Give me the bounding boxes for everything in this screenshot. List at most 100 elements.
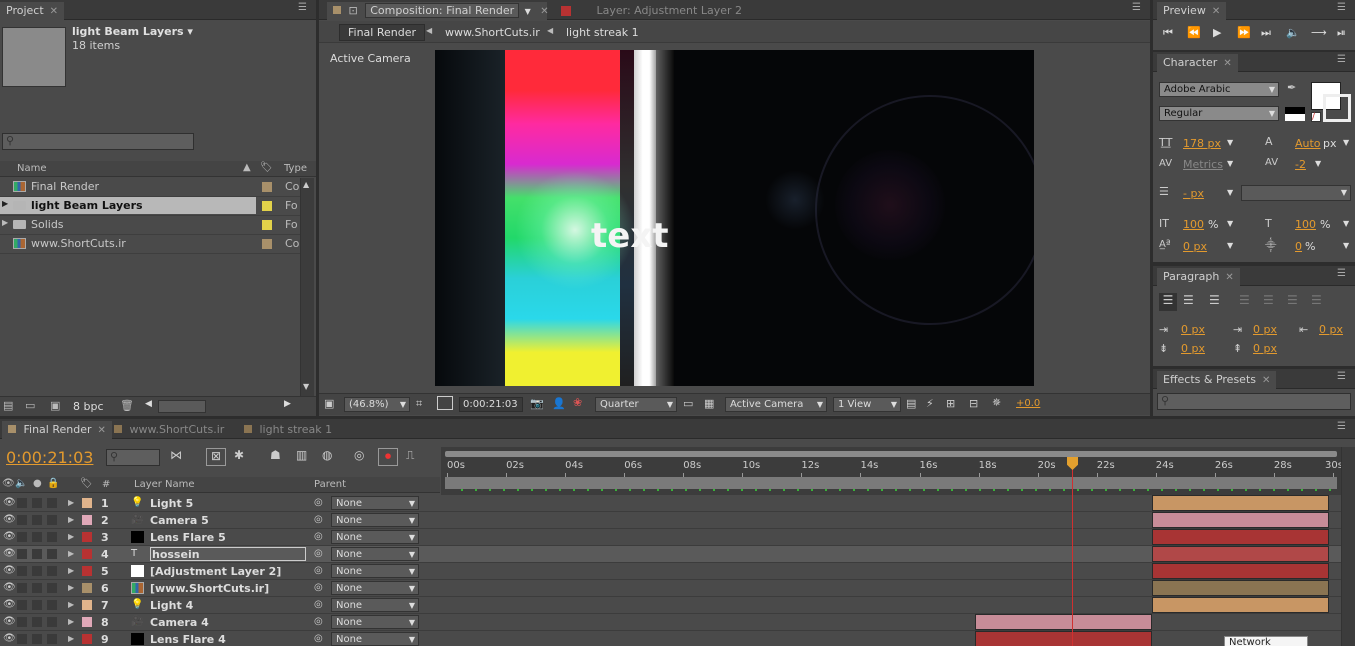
layer-row[interactable]: 👁 ▶ 5 [Adjustment Layer 2] ◎ None <box>0 563 1341 580</box>
close-icon[interactable]: ✕ <box>98 425 106 436</box>
tsume-value[interactable]: 0 <box>1295 240 1302 253</box>
pickwhip-icon[interactable]: ◎ <box>314 582 323 593</box>
tab-composition[interactable]: ⊡ Composition: Final Render ▼ ✕ <box>327 2 549 20</box>
timeline-icon[interactable]: ⊞ <box>946 397 955 410</box>
pickwhip-icon[interactable]: ◎ <box>314 531 323 542</box>
stroke-width-dropdown-icon[interactable]: ▼ <box>1227 188 1233 197</box>
layer-row[interactable]: 👁 ▶ 8 🎥 Camera 4 ◎ None <box>0 614 1341 631</box>
time-ruler[interactable]: 00s 02s 04s 06s 08s 10s 12s 14s 16s 18s 20s 22s 24s 2… <box>441 447 1343 495</box>
expand-arrow-icon[interactable]: ▶ <box>68 617 74 626</box>
tsume-dropdown-icon[interactable]: ▼ <box>1343 241 1349 250</box>
tab-effects-presets[interactable]: Effects & Presets ✕ <box>1157 371 1277 389</box>
close-icon[interactable]: ✕ <box>1223 58 1231 69</box>
resolution-select[interactable]: Quarter <box>595 397 677 412</box>
flowchart-icon[interactable]: ⊟ <box>969 397 978 410</box>
tab-dropdown-icon[interactable]: ▼ <box>525 7 531 16</box>
pickwhip-icon[interactable]: ◎ <box>314 497 323 508</box>
lock-toggle[interactable] <box>47 549 57 559</box>
audio-toggle[interactable] <box>17 532 27 542</box>
layer-name[interactable]: Camera 4 <box>150 616 209 629</box>
pickwhip-icon[interactable]: ◎ <box>314 565 323 576</box>
tab-character[interactable]: Character ✕ <box>1157 54 1238 72</box>
layer-name[interactable]: [www.ShortCuts.ir] <box>150 582 269 595</box>
no-stroke-icon[interactable]: / <box>1311 112 1321 122</box>
lock-toggle[interactable] <box>47 498 57 508</box>
label-color-swatch[interactable] <box>82 583 92 593</box>
vertical-scale-value[interactable]: 100 <box>1183 218 1204 231</box>
audio-toggle[interactable] <box>17 515 27 525</box>
leading-value[interactable]: Auto <box>1295 137 1321 150</box>
close-icon[interactable]: ✕ <box>540 6 548 17</box>
solo-toggle[interactable] <box>32 549 42 559</box>
project-selected-name[interactable]: light Beam Layers ▾ <box>72 25 193 38</box>
tab-project[interactable]: Project ✕ <box>0 2 65 20</box>
space-before-value[interactable]: 0 px <box>1181 342 1205 355</box>
col-name-header[interactable]: Name <box>17 163 47 174</box>
parent-select[interactable]: None <box>331 581 419 595</box>
graph-editor-icon[interactable]: ⎍ <box>406 448 414 463</box>
layer-duration-bar[interactable] <box>1152 563 1329 579</box>
tab-timeline-shortcuts[interactable]: www.ShortCuts.ir <box>108 421 230 439</box>
label-color-swatch[interactable] <box>82 600 92 610</box>
label-color-swatch[interactable] <box>82 617 92 627</box>
solo-toggle[interactable] <box>32 566 42 576</box>
stroke-style-select[interactable] <box>1241 185 1351 201</box>
layer-name-column-header[interactable]: Layer Name <box>134 479 195 490</box>
pickwhip-icon[interactable]: ◎ <box>314 616 323 627</box>
panel-menu-icon[interactable]: ☰ <box>1337 269 1349 279</box>
stroke-color-swatch[interactable] <box>1323 94 1351 122</box>
tracking-dropdown-icon[interactable]: ▼ <box>1315 159 1321 168</box>
next-frame-icon[interactable]: ⏩ <box>1237 26 1251 39</box>
visibility-eye-icon[interactable]: 👁 <box>3 582 16 593</box>
align-left-icon[interactable]: ☰ <box>1159 293 1177 311</box>
solo-toggle[interactable] <box>32 634 42 644</box>
panel-menu-icon[interactable]: ☰ <box>1337 55 1349 65</box>
ram-preview-icon[interactable]: ⏯ <box>1337 26 1346 40</box>
timeline-timecode[interactable]: 0:00:21:03 <box>6 448 93 467</box>
auto-keyframe-icon[interactable]: ⏺ <box>378 448 398 466</box>
tab-paragraph[interactable]: Paragraph ✕ <box>1157 268 1240 286</box>
label-color-swatch[interactable] <box>82 566 92 576</box>
layer-name[interactable]: Light 4 <box>150 599 193 612</box>
frame-blending-icon[interactable]: ▥ <box>296 448 307 462</box>
fast-previews-icon[interactable]: ⚡ <box>926 397 934 410</box>
indent-left-value[interactable]: 0 px <box>1181 323 1205 336</box>
justify-last-center-icon[interactable]: ☰ <box>1263 293 1274 307</box>
snapshot-icon[interactable]: 📷 <box>530 397 544 410</box>
mask-visibility-icon[interactable] <box>437 396 453 410</box>
align-center-icon[interactable]: ☰ <box>1183 293 1194 307</box>
layer-row[interactable]: 👁 ▶ 7 💡 Light 4 ◎ None <box>0 597 1341 614</box>
baseline-shift-dropdown-icon[interactable]: ▼ <box>1227 241 1233 250</box>
pickwhip-icon[interactable]: ◎ <box>314 548 323 559</box>
solo-toggle[interactable] <box>32 515 42 525</box>
baseline-shift-value[interactable]: 0 px <box>1183 240 1207 253</box>
live-update-icon[interactable]: ⊠ <box>206 448 226 466</box>
black-swatch[interactable] <box>1285 107 1305 121</box>
font-size-dropdown-icon[interactable]: ▼ <box>1227 138 1233 147</box>
visibility-eye-icon[interactable]: 👁 <box>3 497 16 508</box>
solo-toggle[interactable] <box>32 600 42 610</box>
solo-toggle[interactable] <box>32 617 42 627</box>
project-item[interactable]: ▶ light Beam Layers <box>0 197 256 214</box>
parent-select[interactable]: None <box>331 530 419 544</box>
layer-row[interactable]: 👁 ▶ 1 💡 Light 5 ◎ None <box>0 495 1341 512</box>
audio-toggle[interactable] <box>17 549 27 559</box>
bit-depth-button[interactable]: 8 bpc <box>73 400 104 413</box>
toggle-pixel-aspect-icon[interactable]: ▤ <box>906 397 916 410</box>
label-color-swatch[interactable] <box>262 182 272 192</box>
layer-row[interactable]: 👁 ▶ 9 Lens Flare 4 ◎ None <box>0 631 1341 646</box>
expand-arrow-icon[interactable]: ▶ <box>68 498 74 507</box>
visibility-eye-icon[interactable]: 👁 <box>3 548 16 559</box>
pickwhip-icon[interactable]: ◎ <box>314 633 323 644</box>
audio-toggle[interactable] <box>17 600 27 610</box>
tab-preview[interactable]: Preview ✕ <box>1157 2 1227 20</box>
layer-duration-bar[interactable] <box>975 631 1153 646</box>
audio-toggle[interactable] <box>17 617 27 627</box>
play-icon[interactable]: ▶ <box>1213 26 1221 39</box>
scroll-right-icon[interactable]: ▶ <box>284 399 291 409</box>
layer-name[interactable]: Camera 5 <box>150 514 209 527</box>
loop-icon[interactable]: ⟶ <box>1311 26 1327 39</box>
safe-zones-icon[interactable]: ⌗ <box>416 397 422 411</box>
breadcrumb-item-final-render[interactable]: Final Render <box>339 24 426 41</box>
panel-menu-icon[interactable]: ☰ <box>1132 3 1144 13</box>
